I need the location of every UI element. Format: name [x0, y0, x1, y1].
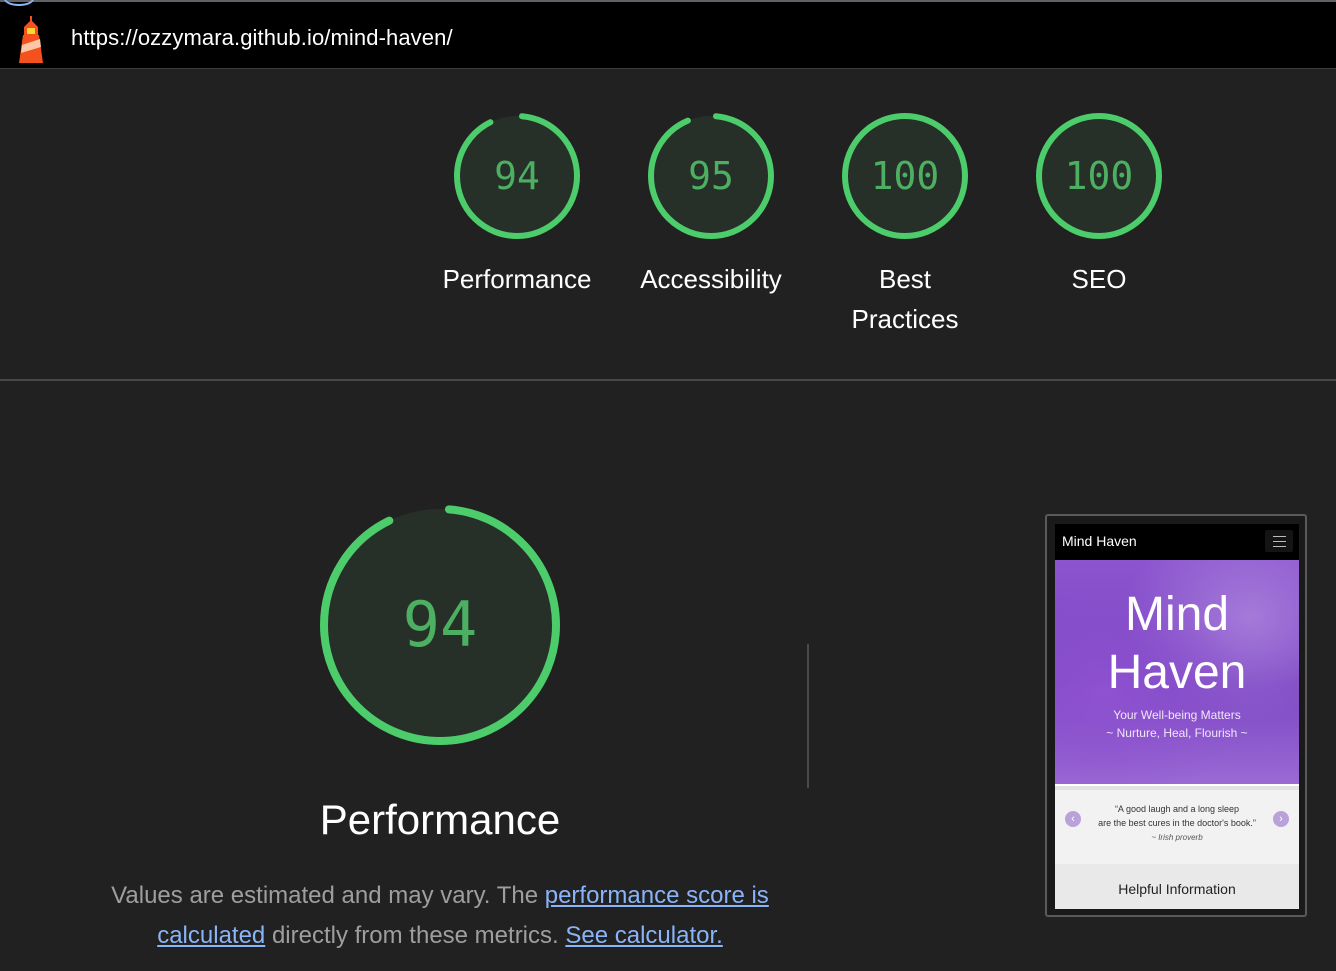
- gauge-seo[interactable]: 100 SEO: [1002, 111, 1196, 299]
- gauge-ring: 94: [454, 113, 580, 239]
- final-screenshot[interactable]: Mind Haven Mind Haven Your Well-being Ma…: [1045, 514, 1307, 917]
- page-screenshot: Mind Haven Mind Haven Your Well-being Ma…: [1055, 524, 1299, 909]
- gauge-accessibility[interactable]: 95 Accessibility: [614, 111, 808, 299]
- report-header: https://ozzymara.github.io/mind-haven/: [0, 0, 1336, 69]
- quote-line: are the best cures in the doctor's book.…: [1098, 818, 1256, 828]
- vertical-separator: [807, 644, 809, 788]
- gauge-score: 95: [688, 154, 734, 198]
- site-brand: Mind Haven: [1062, 533, 1137, 549]
- gauge-label: SEO: [1071, 264, 1127, 294]
- quote-line: “A good laugh and a long sleep: [1114, 804, 1240, 814]
- hamburger-menu-icon: [1265, 530, 1293, 552]
- desc-middle: directly from these metrics.: [265, 922, 566, 949]
- gauge-ring: 100: [842, 113, 968, 239]
- gauge-label: Performance: [442, 264, 592, 294]
- score-summary: 94 Performance 95 Accessibility 100 Best…: [0, 69, 1336, 379]
- performance-gauge: 94: [320, 505, 560, 745]
- gauge-label: Best Practices: [851, 264, 959, 334]
- hero-title: Mind Haven: [1055, 586, 1299, 702]
- gauge-ring: 95: [648, 113, 774, 239]
- section-divider: [0, 379, 1336, 381]
- see-calculator-link[interactable]: See calculator.: [565, 922, 722, 949]
- gauge-best-practices[interactable]: 100 Best Practices: [808, 111, 1002, 339]
- hero-banner: Mind Haven Your Well-being Matters ~ Nur…: [1055, 560, 1299, 784]
- hero-tagline: Your Well-being Matters: [1113, 708, 1241, 722]
- lighthouse-icon: [19, 16, 43, 63]
- chevron-right-icon: ›: [1273, 811, 1289, 827]
- hero-title-line1: Mind: [1124, 588, 1230, 641]
- gauge-ring: 100: [1036, 113, 1162, 239]
- gauge-score: 94: [494, 154, 540, 198]
- gauge-score: 100: [871, 154, 940, 198]
- desc-prefix: Values are estimated and may vary. The: [111, 882, 545, 909]
- gauge-label: Accessibility: [640, 264, 782, 294]
- performance-section: 94 Performance: [240, 500, 640, 844]
- site-navbar: Mind Haven: [1055, 524, 1299, 560]
- gauge-score: 100: [1065, 154, 1134, 198]
- performance-score: 94: [403, 588, 478, 661]
- performance-description: Values are estimated and may vary. The p…: [100, 876, 780, 956]
- quote-author: ~ Irish proverb: [1151, 833, 1203, 842]
- hero-title-line2: Haven: [1107, 646, 1247, 699]
- report-url-link[interactable]: https://ozzymara.github.io/mind-haven/: [71, 25, 453, 51]
- tab-indicator-icon: [4, 0, 34, 6]
- gauge-performance[interactable]: 94 Performance: [420, 111, 614, 299]
- performance-title: Performance: [319, 796, 561, 843]
- hero-subtagline: ~ Nurture, Heal, Flourish ~: [1106, 726, 1248, 740]
- quote-carousel: ‹ “A good laugh and a long sleep are the…: [1055, 786, 1299, 868]
- helpful-info-heading: Helpful Information: [1055, 864, 1299, 909]
